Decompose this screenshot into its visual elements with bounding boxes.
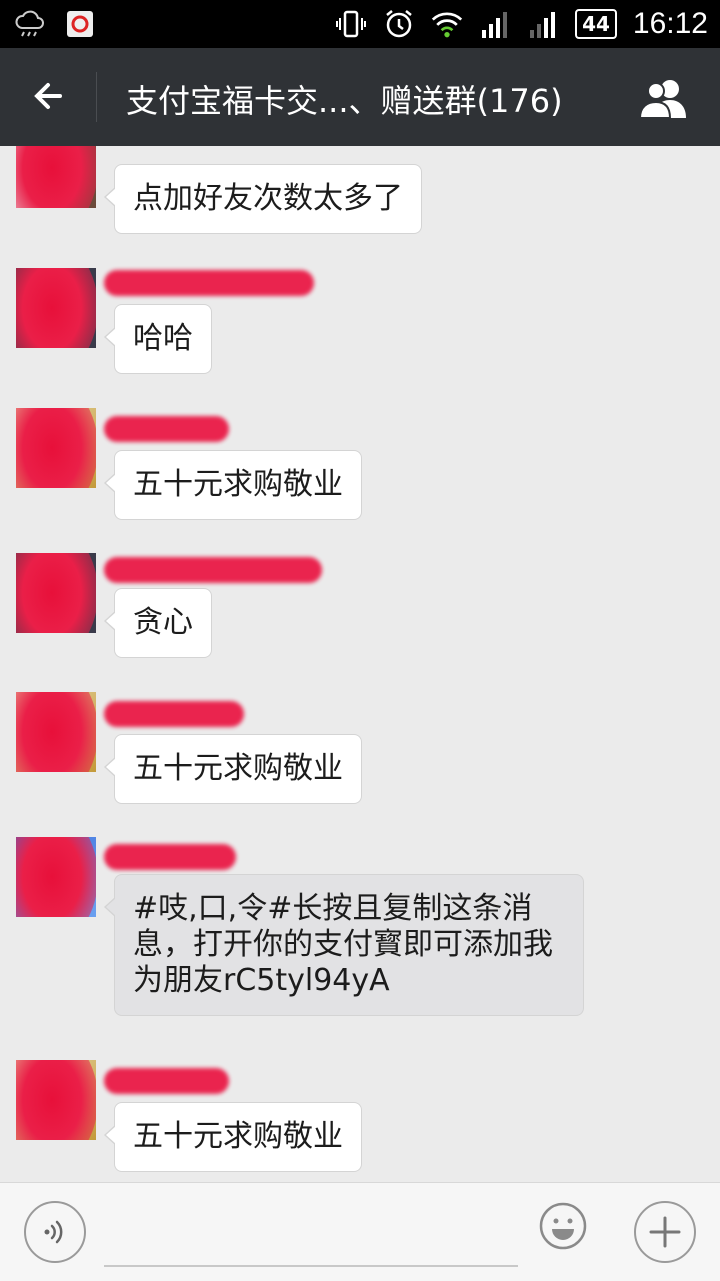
message-text: 点加好友次数太多了 <box>133 181 403 216</box>
vibrate-icon <box>335 8 367 40</box>
avatar-redaction <box>16 268 96 348</box>
message-bubble[interactable]: 贪心 <box>104 588 212 658</box>
status-bar: 44 16:12 <box>0 0 720 48</box>
back-button[interactable] <box>24 72 72 120</box>
emoji-button[interactable] <box>538 1201 588 1251</box>
input-bar <box>0 1182 720 1281</box>
cloud-rain-icon <box>14 8 46 40</box>
avatar[interactable] <box>16 692 96 772</box>
message-bubble[interactable]: 点加好友次数太多了 <box>104 164 422 234</box>
group-members-icon <box>638 80 686 119</box>
avatar[interactable] <box>16 408 96 488</box>
header-divider <box>96 72 97 122</box>
app-notification-icon <box>64 8 96 40</box>
message-text: #吱,口,令#长按且复制这条消息，打开你的支付寳即可添加我为朋友rC5tyl94… <box>133 891 553 998</box>
group-members-button[interactable] <box>636 74 692 122</box>
avatar[interactable] <box>16 553 96 633</box>
message-text: 五十元求购敬业 <box>133 1119 343 1154</box>
sender-name-redacted <box>104 416 229 442</box>
clock: 16:12 <box>632 7 708 40</box>
avatar-redaction <box>16 408 96 488</box>
message-text: 五十元求购敬业 <box>133 751 343 786</box>
chat-header: 支付宝福卡交...、赠送群(176) <box>0 48 720 146</box>
sender-name-redacted <box>104 701 244 727</box>
signal-icon <box>479 8 511 40</box>
arrow-left-icon <box>34 83 62 109</box>
message-text: 哈哈 <box>133 321 193 356</box>
more-options-button[interactable] <box>634 1201 696 1263</box>
emoji-icon <box>539 1202 587 1250</box>
avatar[interactable] <box>16 1060 96 1140</box>
battery-level: 44 <box>575 9 617 39</box>
avatar-redaction <box>16 692 96 772</box>
avatar-redaction <box>16 553 96 633</box>
chat-title: 支付宝福卡交...、赠送群(176) <box>126 82 563 120</box>
sender-name-redacted <box>104 270 314 296</box>
message-bubble[interactable]: #吱,口,令#长按且复制这条消息，打开你的支付寳即可添加我为朋友rC5tyl94… <box>104 874 584 1016</box>
message-input[interactable] <box>104 1203 518 1267</box>
avatar[interactable] <box>16 146 96 208</box>
voice-button[interactable] <box>24 1201 86 1263</box>
message-text: 五十元求购敬业 <box>133 467 343 502</box>
avatar[interactable] <box>16 268 96 348</box>
voice-input-icon <box>44 1220 63 1244</box>
message-list[interactable]: 点加好友次数太多了 哈哈 五十元求购敬业 贪心 五十元求购敬业 #吱,口,令#长… <box>0 146 720 1182</box>
avatar[interactable] <box>16 837 96 917</box>
sender-name-redacted <box>104 844 236 870</box>
wifi-icon <box>431 8 463 40</box>
avatar-redaction <box>16 146 96 208</box>
plus-icon <box>649 1216 681 1248</box>
signal-icon-2 <box>527 8 559 40</box>
message-bubble[interactable]: 哈哈 <box>104 304 212 374</box>
message-bubble[interactable]: 五十元求购敬业 <box>104 734 362 804</box>
avatar-redaction <box>16 1060 96 1140</box>
alarm-icon <box>383 8 415 40</box>
sender-name-redacted <box>104 1068 229 1094</box>
sender-name-redacted <box>104 557 322 583</box>
message-bubble[interactable]: 五十元求购敬业 <box>104 1102 362 1172</box>
avatar-redaction <box>16 837 96 917</box>
message-bubble[interactable]: 五十元求购敬业 <box>104 450 362 520</box>
message-text: 贪心 <box>133 605 193 640</box>
